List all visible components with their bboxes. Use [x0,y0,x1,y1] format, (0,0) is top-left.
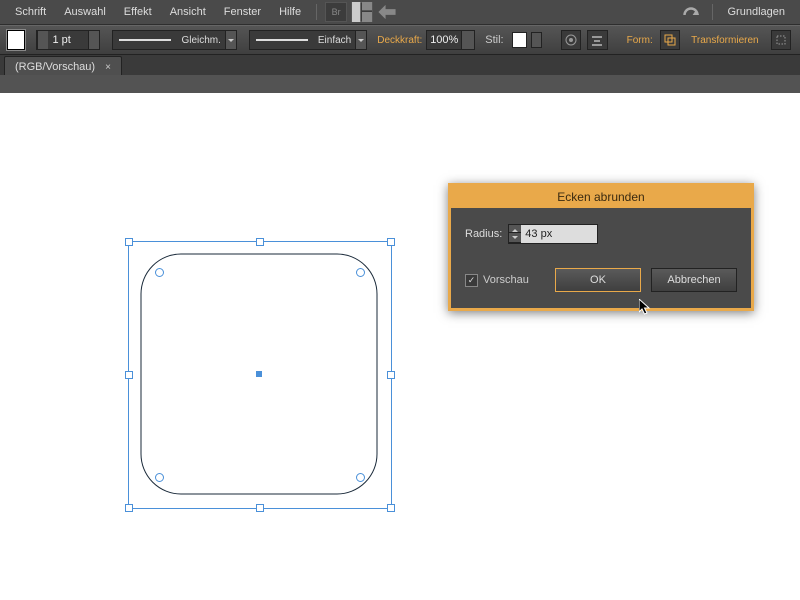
menu-bar: Schrift Auswahl Effekt Ansicht Fenster H… [0,0,800,25]
cancel-button[interactable]: Abbrechen [651,268,737,292]
selection-handle[interactable] [387,504,395,512]
preview-label: Vorschau [483,274,529,286]
menu-hilfe[interactable]: Hilfe [270,6,310,18]
radius-step-up[interactable] [509,225,521,233]
control-bar: 1 pt Gleichm. Einfach Deckkraft: 100% St… [0,25,800,55]
document-tab[interactable]: (RGB/Vorschau) × [4,56,122,77]
shape-builder-icon[interactable] [660,30,680,50]
sync-icon[interactable] [678,3,704,21]
selection-center [256,371,262,377]
opacity-label: Deckkraft: [377,35,422,46]
fill-swatch[interactable] [6,29,26,51]
preview-checkbox[interactable] [465,274,478,287]
menu-schrift[interactable]: Schrift [6,6,55,18]
arrange-docs-icon[interactable] [351,2,373,22]
recolor-icon[interactable] [561,30,581,50]
gpu-icon[interactable] [377,3,397,21]
style-dropdown-icon[interactable] [531,32,542,48]
radius-label: Radius: [465,228,502,240]
selection-handle[interactable] [256,238,264,246]
form-label: Form: [627,35,653,46]
ok-button[interactable]: OK [555,268,641,292]
selection-handle[interactable] [387,371,395,379]
style-label: Stil: [485,34,503,46]
opacity-field[interactable]: 100% [426,30,475,50]
radius-field[interactable] [508,224,598,244]
stroke-weight-field[interactable]: 1 pt [36,30,100,50]
artboard[interactable] [0,93,800,600]
workspace-switcher[interactable]: Grundlagen [719,6,795,18]
selection-handle[interactable] [256,504,264,512]
menu-auswahl[interactable]: Auswahl [55,6,115,18]
menu-fenster[interactable]: Fenster [215,6,270,18]
close-tab-icon[interactable]: × [105,62,111,73]
dialog-title: Ecken abrunden [451,186,751,208]
canvas-area[interactable]: Ecken abrunden Radius: Vorschau OK Abbre… [0,75,800,600]
selection-handle[interactable] [125,238,133,246]
corner-widget[interactable] [155,268,164,277]
selection-handle[interactable] [387,238,395,246]
stroke-join-dropdown[interactable]: Einfach [249,30,367,50]
menu-effekt[interactable]: Effekt [115,6,161,18]
round-corners-dialog: Ecken abrunden Radius: Vorschau OK Abbre… [448,183,754,311]
menu-ansicht[interactable]: Ansicht [161,6,215,18]
stroke-cap-dropdown[interactable]: Gleichm. [112,30,236,50]
corner-widget[interactable] [356,268,365,277]
radius-input[interactable] [521,225,597,243]
transform-label[interactable]: Transformieren [691,35,758,46]
selection-handle[interactable] [125,504,133,512]
document-tab-label: (RGB/Vorschau) [15,61,95,73]
style-swatch[interactable] [512,32,527,48]
isolate-icon[interactable] [771,30,791,50]
bridge-icon[interactable]: Br [325,2,347,22]
align-icon[interactable] [587,30,607,50]
corner-widget[interactable] [155,473,164,482]
radius-step-down[interactable] [509,233,521,243]
selection-handle[interactable] [125,371,133,379]
corner-widget[interactable] [356,473,365,482]
